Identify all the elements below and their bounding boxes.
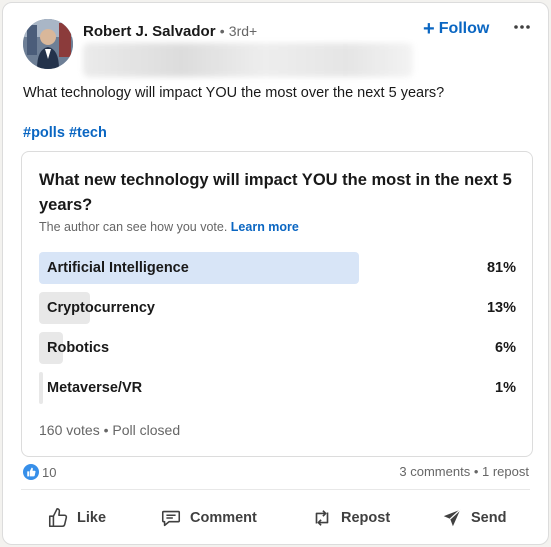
poll-footer-dot: •: [103, 422, 109, 438]
repost-button[interactable]: Repost: [311, 498, 390, 538]
poll-option-label: Metaverse/VR: [47, 380, 143, 396]
poll-option: Artificial Intelligence 81%: [39, 252, 516, 284]
thumbs-up-icon: [48, 508, 68, 528]
poll-option-percent: 13%: [486, 300, 516, 316]
learn-more-link[interactable]: Learn more: [231, 220, 299, 234]
poll-status: Poll closed: [112, 422, 181, 438]
poll-option: Metaverse/VR 1%: [39, 372, 516, 404]
poll-option: Cryptocurrency 13%: [39, 292, 516, 324]
divider: [21, 489, 530, 490]
send-label: Send: [471, 510, 507, 526]
author-line: Robert J. Salvador • 3rd+: [83, 23, 257, 40]
poll-option-percent: 81%: [486, 260, 516, 276]
reposts-count[interactable]: 1 repost: [482, 464, 529, 479]
social-dot: •: [473, 464, 479, 479]
poll-option-label: Cryptocurrency: [47, 300, 155, 316]
author-name[interactable]: Robert J. Salvador: [83, 23, 216, 40]
poll-visibility-note: The author can see how you vote. Learn m…: [39, 220, 299, 234]
comment-button[interactable]: Comment: [160, 498, 257, 538]
repost-icon: [315, 510, 329, 526]
reaction-count-text: 10: [42, 464, 57, 480]
action-bar: Like Comment Repost Send: [3, 498, 550, 538]
poll-vote-count[interactable]: 160 votes: [39, 422, 100, 438]
poll-question: What new technology will impact YOU the …: [39, 171, 512, 214]
poll-note-text: The author can see how you vote.: [39, 220, 228, 234]
connection-degree: 3rd+: [228, 23, 258, 39]
poll-option-label: Artificial Intelligence: [47, 260, 189, 276]
avatar-photo: [23, 19, 73, 69]
social-counts: 3 comments • 1 repost: [399, 464, 529, 479]
plus-icon: +: [423, 18, 435, 40]
comments-count[interactable]: 3 comments: [399, 464, 470, 479]
follow-button[interactable]: + Follow: [423, 17, 489, 41]
thumbs-up-icon: [23, 464, 39, 480]
more-options-button[interactable]: [509, 15, 535, 39]
reactions-count[interactable]: 10: [23, 464, 56, 480]
like-button[interactable]: Like: [47, 498, 106, 538]
send-button[interactable]: Send: [441, 498, 506, 538]
author-avatar[interactable]: [23, 19, 73, 69]
send-icon: [443, 509, 461, 527]
poll-footer: 160 votes • Poll closed: [39, 422, 180, 438]
poll-card: What new technology will impact YOU the …: [21, 151, 533, 457]
poll-option-percent: 1%: [495, 380, 516, 396]
poll-option-label: Robotics: [47, 340, 110, 356]
follow-label: Follow: [438, 20, 490, 37]
poll-option-bar: [39, 372, 43, 404]
post-text: What technology will impact YOU the most…: [23, 85, 445, 101]
hashtags: #polls #tech: [23, 125, 107, 141]
like-label: Like: [77, 510, 107, 526]
author-separator: •: [219, 23, 225, 39]
author-headline-blurred: [83, 43, 413, 77]
comment-icon: [161, 510, 181, 527]
hashtag-tech[interactable]: #tech: [69, 125, 107, 141]
poll-option: Robotics 6%: [39, 332, 516, 364]
repost-label: Repost: [341, 510, 391, 526]
poll-option-percent: 6%: [495, 340, 516, 356]
comment-label: Comment: [190, 510, 257, 526]
ellipsis-icon: [514, 25, 530, 29]
hashtag-polls[interactable]: #polls: [23, 125, 65, 141]
post-card: Robert J. Salvador • 3rd+ + Follow What …: [2, 2, 549, 545]
